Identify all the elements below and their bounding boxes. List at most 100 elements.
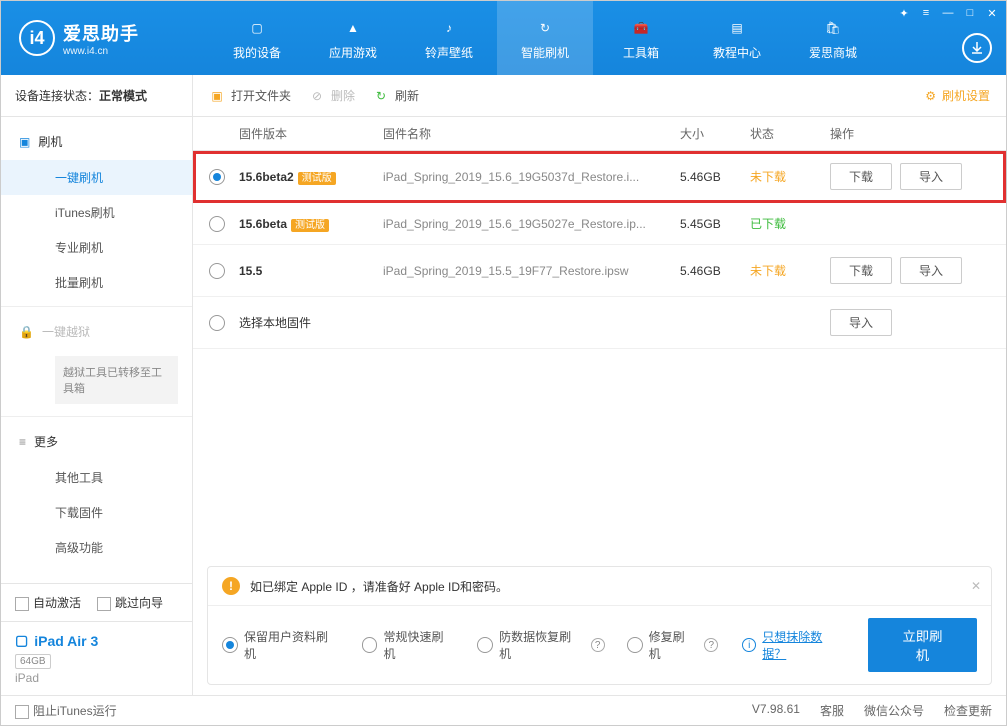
window-controls: ✦ ≡ — □ ✕ xyxy=(896,5,1000,21)
close-icon[interactable]: ✕ xyxy=(984,5,1000,21)
nav-5[interactable]: ▤教程中心 xyxy=(689,1,785,75)
sidebar-item-more-0[interactable]: 其他工具 xyxy=(1,460,192,495)
toolbar: ▣ 打开文件夹 ⊘ 删除 ↻ 刷新 ⚙ 刷机设置 xyxy=(193,75,1006,117)
content: ▣ 打开文件夹 ⊘ 删除 ↻ 刷新 ⚙ 刷机设置 固件版本 固件名称 大小 状态… xyxy=(193,75,1006,695)
download-button[interactable]: 下载 xyxy=(830,163,892,190)
help-icon[interactable]: ? xyxy=(591,638,605,652)
help-icon[interactable]: ? xyxy=(704,638,718,652)
option-radio[interactable] xyxy=(222,637,238,653)
skip-guide-checkbox[interactable]: 跳过向导 xyxy=(97,594,163,611)
table-row[interactable]: 15.6beta2测试版 iPad_Spring_2019_15.6_19G50… xyxy=(193,151,1006,203)
beta-tag: 测试版 xyxy=(298,172,336,185)
firmware-status: 未下载 xyxy=(750,168,830,185)
check-update-link[interactable]: 检查更新 xyxy=(944,702,992,719)
sidebar-item-more-2[interactable]: 高级功能 xyxy=(1,530,192,565)
flash-option-0[interactable]: 保留用户资料刷机 xyxy=(222,628,340,662)
status-bar: 阻止iTunes运行 V7.98.61 客服 微信公众号 检查更新 xyxy=(1,695,1006,725)
connection-status: 设备连接状态：正常模式 xyxy=(1,75,192,117)
open-folder-button[interactable]: ▣ 打开文件夹 xyxy=(209,87,291,104)
import-button[interactable]: 导入 xyxy=(830,309,892,336)
nav-icon: 🧰 xyxy=(629,16,653,40)
nav-3[interactable]: ↻智能刷机 xyxy=(497,1,593,75)
download-button[interactable]: 下载 xyxy=(830,257,892,284)
sidebar-item-flash-2[interactable]: 专业刷机 xyxy=(1,230,192,265)
option-radio[interactable] xyxy=(477,637,493,653)
flash-now-button[interactable]: 立即刷机 xyxy=(868,618,977,672)
flash-option-1[interactable]: 常规快速刷机 xyxy=(362,628,456,662)
nav-0[interactable]: ▢我的设备 xyxy=(209,1,305,75)
auto-activate-checkbox[interactable]: 自动激活 xyxy=(15,594,81,611)
nav-4[interactable]: 🧰工具箱 xyxy=(593,1,689,75)
sidebar-item-flash-1[interactable]: iTunes刷机 xyxy=(1,195,192,230)
row-radio[interactable] xyxy=(209,263,225,279)
sidebar-flash-head[interactable]: ▣ 刷机 xyxy=(1,123,192,160)
option-radio[interactable] xyxy=(627,637,643,653)
nav-6[interactable]: 🛍爱思商城 xyxy=(785,1,881,75)
flash-option-2[interactable]: 防数据恢复刷机? xyxy=(477,628,605,662)
flash-settings-button[interactable]: ⚙ 刷机设置 xyxy=(925,87,990,104)
option-radio[interactable] xyxy=(362,637,378,653)
firmware-name: iPad_Spring_2019_15.6_19G5027e_Restore.i… xyxy=(383,217,680,231)
maximize-icon[interactable]: □ xyxy=(962,5,978,21)
nav-icon: ♪ xyxy=(437,16,461,40)
firmware-status: 未下载 xyxy=(750,262,830,279)
logo-icon: i4 xyxy=(19,20,55,56)
device-name: iPad Air 3 xyxy=(34,633,98,649)
close-notice-icon[interactable]: ✕ xyxy=(971,579,981,593)
refresh-icon: ↻ xyxy=(373,88,389,104)
lock-icon: 🔒 xyxy=(19,325,34,339)
wechat-link[interactable]: 微信公众号 xyxy=(864,702,924,719)
table-row[interactable]: 15.6beta测试版 iPad_Spring_2019_15.6_19G502… xyxy=(193,203,1006,245)
support-link[interactable]: 客服 xyxy=(820,702,844,719)
table-header: 固件版本 固件名称 大小 状态 操作 xyxy=(193,117,1006,151)
device-card: ▢ iPad Air 3 64GB iPad xyxy=(1,621,192,695)
device-type: iPad xyxy=(15,671,178,685)
minimize-icon[interactable]: — xyxy=(940,5,956,21)
firmware-size: 5.46GB xyxy=(680,264,750,278)
firmware-size: 5.46GB xyxy=(680,170,750,184)
nav-icon: 🛍 xyxy=(821,16,845,40)
sidebar-more-head[interactable]: ≡ 更多 xyxy=(1,423,192,460)
app-header: i4 爱思助手 www.i4.cn ▢我的设备▲应用游戏♪铃声壁纸↻智能刷机🧰工… xyxy=(1,1,1006,75)
top-nav: ▢我的设备▲应用游戏♪铃声壁纸↻智能刷机🧰工具箱▤教程中心🛍爱思商城 xyxy=(209,1,881,75)
gear-icon: ⚙ xyxy=(925,89,936,103)
import-button[interactable]: 导入 xyxy=(900,163,962,190)
delete-button[interactable]: ⊘ 删除 xyxy=(309,87,355,104)
row-radio[interactable] xyxy=(209,315,225,331)
block-itunes-checkbox[interactable]: 阻止iTunes运行 xyxy=(15,702,117,719)
nav-icon: ▢ xyxy=(245,16,269,40)
jailbreak-note: 越狱工具已转移至工具箱 xyxy=(55,356,178,404)
skin-icon[interactable]: ✦ xyxy=(896,5,912,21)
menu-icon[interactable]: ≡ xyxy=(918,5,934,21)
app-version: V7.98.61 xyxy=(752,702,800,719)
table-row[interactable]: 15.5 iPad_Spring_2019_15.5_19F77_Restore… xyxy=(193,245,1006,297)
delete-icon: ⊘ xyxy=(309,88,325,104)
sidebar-item-flash-0[interactable]: 一键刷机 xyxy=(1,160,192,195)
flash-option-3[interactable]: 修复刷机? xyxy=(627,628,719,662)
erase-link[interactable]: 只想抹除数据？ xyxy=(762,628,846,662)
app-logo: i4 爱思助手 www.i4.cn xyxy=(19,20,179,57)
info-icon: i xyxy=(742,638,756,652)
import-button[interactable]: 导入 xyxy=(900,257,962,284)
row-radio[interactable] xyxy=(209,169,225,185)
more-icon: ≡ xyxy=(19,435,26,449)
phone-icon: ▣ xyxy=(19,135,30,149)
sidebar-item-flash-3[interactable]: 批量刷机 xyxy=(1,265,192,300)
firmware-name: iPad_Spring_2019_15.6_19G5037d_Restore.i… xyxy=(383,170,680,184)
beta-tag: 测试版 xyxy=(291,219,329,232)
warning-icon: ! xyxy=(222,577,240,595)
nav-2[interactable]: ♪铃声壁纸 xyxy=(401,1,497,75)
notice-text: 如已绑定 Apple ID ，请准备好 Apple ID和密码。 xyxy=(250,578,508,595)
app-title: 爱思助手 xyxy=(63,20,139,46)
download-manager-icon[interactable] xyxy=(962,33,992,63)
firmware-status: 已下载 xyxy=(750,215,830,232)
folder-icon: ▣ xyxy=(209,88,225,104)
nav-icon: ▲ xyxy=(341,16,365,40)
refresh-button[interactable]: ↻ 刷新 xyxy=(373,87,419,104)
nav-1[interactable]: ▲应用游戏 xyxy=(305,1,401,75)
sidebar: 设备连接状态：正常模式 ▣ 刷机 一键刷机iTunes刷机专业刷机批量刷机 🔒 … xyxy=(1,75,193,695)
row-radio[interactable] xyxy=(209,216,225,232)
local-firmware-row[interactable]: 选择本地固件 导入 xyxy=(193,297,1006,349)
sidebar-item-more-1[interactable]: 下载固件 xyxy=(1,495,192,530)
firmware-size: 5.45GB xyxy=(680,217,750,231)
